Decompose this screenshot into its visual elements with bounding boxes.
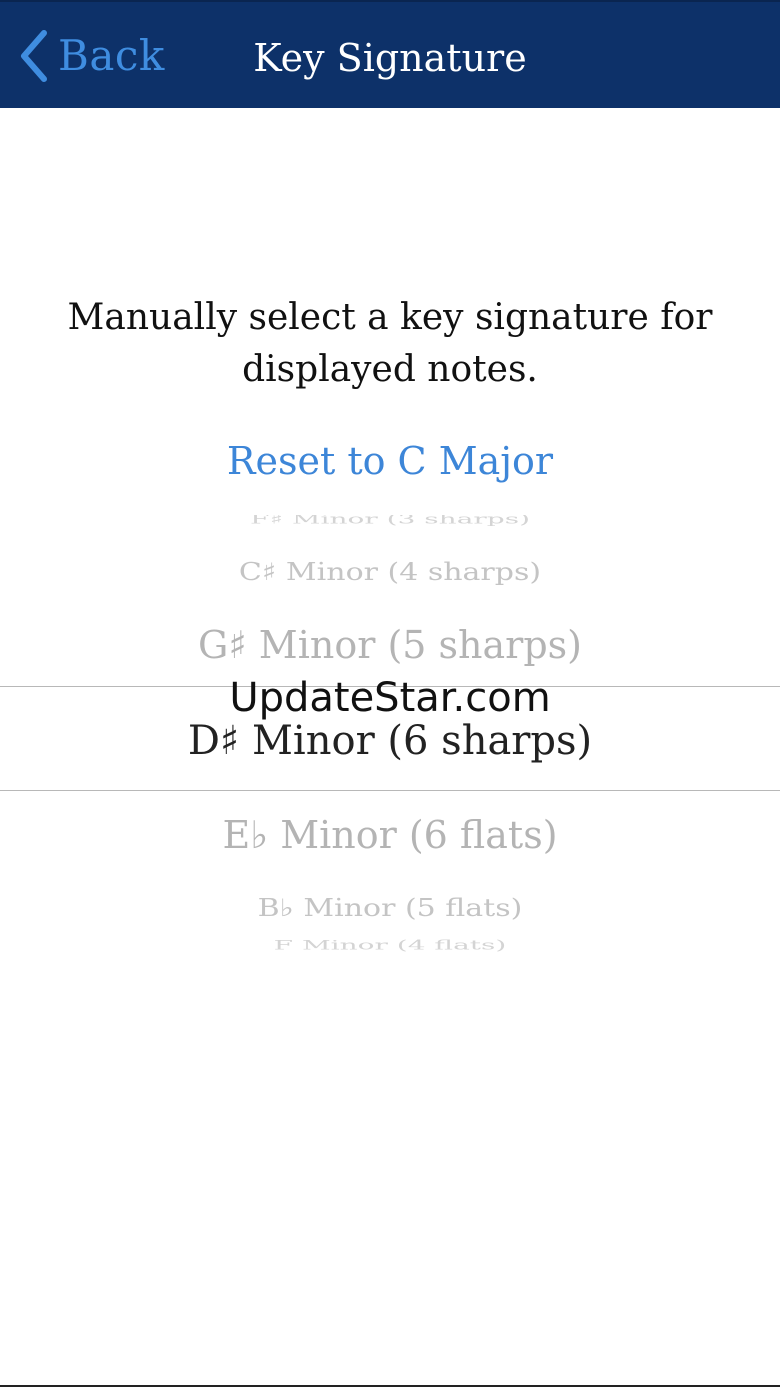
picker-option[interactable]: C♯ Minor (4 sharps) [0,557,780,589]
picker-option-selected[interactable]: D♯ Minor (6 sharps) [0,713,780,769]
page-title: Key Signature [253,36,527,80]
picker-option[interactable]: B♭ Minor (5 flats) [0,893,780,925]
screen: Back Key Signature Manually select a key… [0,0,780,1387]
description-text: Manually select a key signature for disp… [67,297,713,390]
picker-option[interactable]: E♭ Minor (6 flats) [0,809,780,861]
navigation-bar: Back Key Signature [0,0,780,108]
reset-to-c-major-button[interactable]: Reset to C Major [0,434,780,488]
key-signature-picker[interactable]: F♯ Minor (3 sharps) C♯ Minor (4 sharps) … [0,515,780,960]
picker-option[interactable]: F♯ Minor (3 sharps) [0,515,780,526]
picker-selection-bottom-divider [0,790,780,791]
picker-option[interactable]: G♯ Minor (5 sharps) [0,619,780,671]
picker-option[interactable]: F Minor (4 flats) [0,939,780,952]
picker-selection-top-divider [0,686,780,687]
